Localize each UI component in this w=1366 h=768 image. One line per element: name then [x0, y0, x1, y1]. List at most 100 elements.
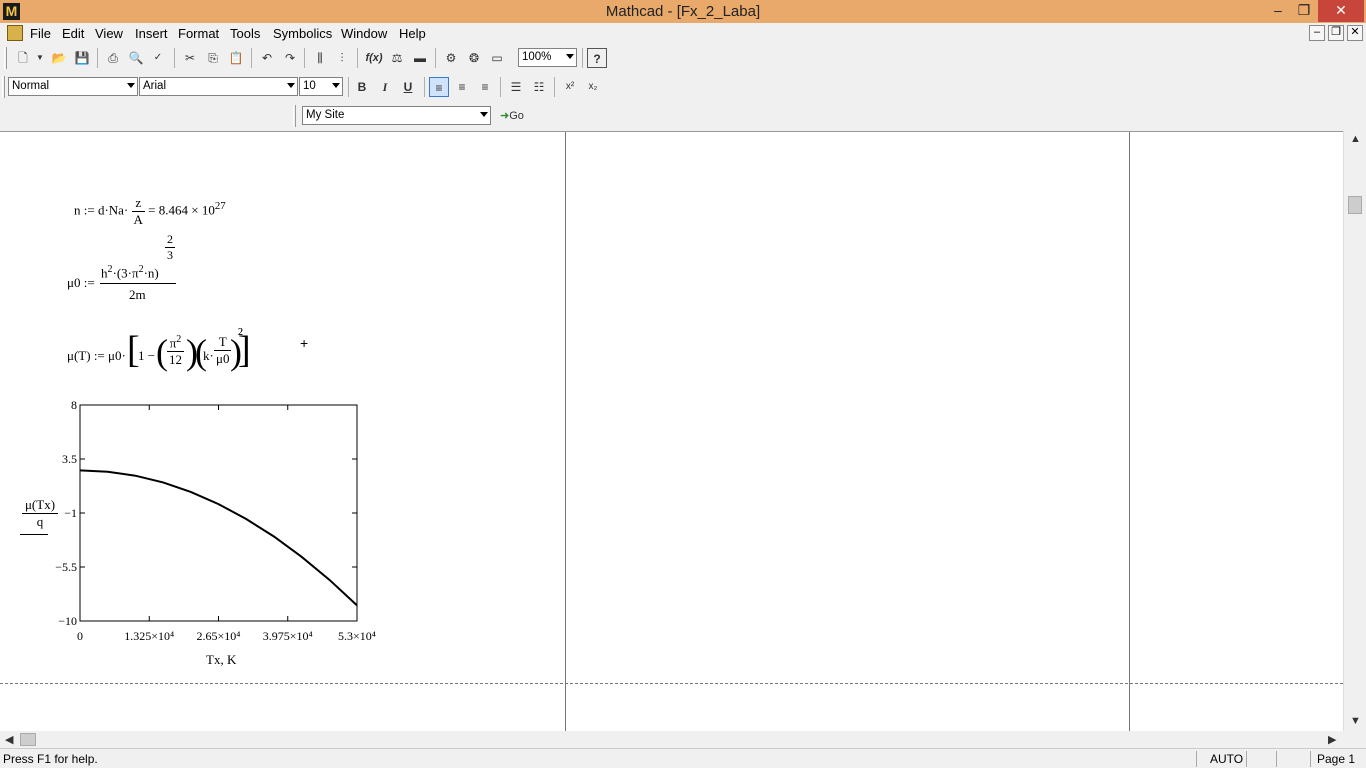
formatting-toolbar: Normal Arial 10 B I U ≡ ≡ ≡ ☰ ☷ x² x₂	[0, 74, 1366, 100]
mdi-restore-button[interactable]: ❐	[1328, 25, 1344, 41]
menu-bar: File Edit View Insert Format Tools Symbo…	[0, 23, 1366, 43]
numbering-icon[interactable]: ☷	[529, 77, 549, 97]
menu-symbolics[interactable]: Symbolics	[273, 26, 332, 41]
y-tick-label: −10	[58, 614, 77, 628]
vertical-scrollbar[interactable]: ▲ ▼	[1343, 131, 1366, 731]
new-dropdown-icon[interactable]: ▼	[30, 48, 50, 68]
cut-icon[interactable]: ✂	[180, 48, 200, 68]
help-icon[interactable]: ?	[587, 48, 607, 68]
underline-button[interactable]: U	[398, 77, 418, 97]
series-line	[79, 469, 358, 607]
vertical-scroll-thumb[interactable]	[1348, 196, 1362, 214]
go-arrow-icon: ➜	[500, 110, 510, 122]
spell-check-icon[interactable]: ✓	[148, 48, 168, 68]
font-select[interactable]: Arial	[139, 77, 298, 96]
menu-help[interactable]: Help	[399, 26, 426, 41]
chevron-down-icon	[127, 83, 135, 88]
menu-tools[interactable]: Tools	[230, 26, 260, 41]
menu-format[interactable]: Format	[178, 26, 219, 41]
font-value: Arial	[143, 80, 167, 92]
insert-function-icon[interactable]: f(x)	[364, 48, 384, 68]
chevron-down-icon	[566, 54, 574, 59]
page-number: Page 1	[1317, 752, 1356, 766]
y-tick-label: −5.5	[55, 560, 77, 574]
xy-plot[interactable]: 0 1.325×10⁴ 2.65×10⁴ 3.975×10⁴ 5.3×10⁴ 8 3.5 −1…	[0, 132, 420, 682]
site-value: My Site	[306, 109, 345, 121]
scroll-up-icon[interactable]: ▲	[1350, 133, 1361, 145]
site-select[interactable]: My Site	[302, 106, 491, 125]
scroll-left-icon[interactable]: ◀	[5, 733, 13, 746]
menu-file[interactable]: File	[30, 26, 51, 41]
separator	[582, 48, 583, 68]
page-boundary	[565, 132, 566, 731]
menu-window[interactable]: Window	[341, 26, 387, 41]
insert-component-icon[interactable]: ⚙	[441, 48, 461, 68]
close-button[interactable]: ✕	[1318, 0, 1364, 22]
mdi-close-button[interactable]: ✕	[1347, 25, 1363, 41]
paste-icon[interactable]: 📋	[226, 48, 246, 68]
redo-icon[interactable]: ↷	[280, 48, 300, 68]
toolbar-grip[interactable]	[4, 47, 7, 69]
separator	[1196, 751, 1197, 767]
separator	[435, 48, 436, 68]
separator	[500, 77, 501, 97]
separator	[251, 48, 252, 68]
align-across-icon[interactable]: ⫼	[310, 48, 330, 68]
chevron-down-icon	[287, 83, 295, 88]
window-icon[interactable]: ▭	[487, 48, 507, 68]
separator	[174, 48, 175, 68]
print-preview-icon[interactable]: 🔍	[126, 48, 146, 68]
save-icon[interactable]: 💾	[72, 48, 92, 68]
title-bar: M Mathcad - [Fx_2_Laba] – ❐ ✕	[0, 0, 1366, 23]
style-value: Normal	[12, 80, 50, 92]
zoom-select[interactable]: 100%	[518, 48, 577, 67]
menu-view[interactable]: View	[95, 26, 123, 41]
horizontal-scrollbar[interactable]: ◀ ▶	[0, 731, 1343, 748]
x-tick-label: 5.3×10⁴	[338, 629, 376, 643]
scroll-right-icon[interactable]: ▶	[1328, 733, 1336, 746]
bullets-icon[interactable]: ☰	[506, 77, 526, 97]
page-break-line	[0, 683, 1343, 684]
restore-button[interactable]: ❐	[1292, 0, 1316, 22]
style-select[interactable]: Normal	[8, 77, 138, 96]
status-help-text: Press F1 for help.	[3, 752, 98, 766]
toolbar-grip[interactable]	[2, 76, 5, 98]
go-button[interactable]: ➜Go	[498, 106, 534, 126]
font-size-select[interactable]: 10	[299, 77, 343, 96]
worksheet[interactable]: n := d·Na· z A = 8.464 × 1027 μ0 := h2·(…	[0, 131, 1343, 731]
align-center-icon[interactable]: ≡	[452, 77, 472, 97]
menu-insert[interactable]: Insert	[135, 26, 168, 41]
minimize-button[interactable]: –	[1266, 0, 1290, 22]
scroll-down-icon[interactable]: ▼	[1350, 715, 1361, 727]
horizontal-scroll-thumb[interactable]	[20, 733, 36, 746]
go-label: Go	[509, 110, 524, 122]
menu-edit[interactable]: Edit	[62, 26, 84, 41]
separator	[424, 77, 425, 97]
window-title: Mathcad - [Fx_2_Laba]	[605, 3, 761, 20]
mdi-minimize-button[interactable]: –	[1309, 25, 1325, 41]
separator	[304, 48, 305, 68]
resources-icon[interactable]: ❂	[464, 48, 484, 68]
document-icon[interactable]	[7, 25, 23, 41]
separator	[348, 77, 349, 97]
align-left-icon[interactable]: ≡	[429, 77, 449, 97]
insert-unit-icon[interactable]: ⚖	[387, 48, 407, 68]
chevron-down-icon	[480, 112, 488, 117]
superscript-button[interactable]: x²	[560, 77, 580, 97]
separator	[1246, 751, 1247, 767]
bold-button[interactable]: B	[352, 77, 372, 97]
y-tick-label: −1	[64, 506, 77, 520]
x-tick-label: 3.975×10⁴	[263, 629, 313, 643]
align-down-icon[interactable]: ⫶	[332, 48, 352, 68]
open-icon[interactable]: 📂	[49, 48, 69, 68]
print-icon[interactable]: ⎙	[103, 48, 123, 68]
calculate-icon[interactable]: ▬	[410, 48, 430, 68]
italic-button[interactable]: I	[375, 77, 395, 97]
subscript-button[interactable]: x₂	[583, 77, 603, 97]
align-right-icon[interactable]: ≡	[475, 77, 495, 97]
copy-icon[interactable]: ⎘	[203, 48, 223, 68]
toolbar-grip[interactable]	[293, 105, 296, 127]
undo-icon[interactable]: ↶	[257, 48, 277, 68]
x-tick-label: 1.325×10⁴	[124, 629, 174, 643]
separator	[1276, 751, 1277, 767]
